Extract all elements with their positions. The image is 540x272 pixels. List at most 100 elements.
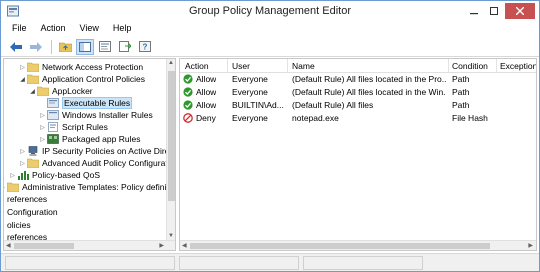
tree-collapsed-icon[interactable]: ▷ xyxy=(38,136,47,143)
tree-collapsed-icon[interactable]: ▷ xyxy=(18,160,27,167)
toolbar: ? xyxy=(1,37,539,57)
up-folder-icon xyxy=(58,42,72,52)
window-title: Group Policy Management Editor xyxy=(188,5,352,17)
minimize-button[interactable] xyxy=(465,3,483,19)
tree-item-label: Windows Installer Rules xyxy=(62,110,153,120)
tree-vertical-scroll-thumb[interactable] xyxy=(168,71,175,201)
rule-condition: Path xyxy=(452,100,470,110)
menu-bar: File Action View Help xyxy=(1,21,539,37)
tree-item-label: Application Control Policies xyxy=(42,74,145,84)
tree-item-label: Administrative Templates: Policy definit… xyxy=(22,182,167,192)
toolbar-separator xyxy=(51,39,52,54)
tree-item-script-rules[interactable]: ▷ Script Rules xyxy=(38,121,108,133)
menu-view[interactable]: View xyxy=(73,21,106,37)
scroll-right-arrow-icon[interactable]: ▶ xyxy=(528,242,533,249)
tree-expanded-icon[interactable]: ◢ xyxy=(18,76,27,83)
show-hide-console-tree-button[interactable] xyxy=(76,38,94,55)
tree-collapsed-icon[interactable]: ▷ xyxy=(38,124,47,131)
list-horizontal-scroll-thumb[interactable] xyxy=(190,243,490,249)
rule-name: (Default Rule) All files xyxy=(292,100,374,110)
tree-item-packaged-app-rules[interactable]: ▷ Packaged app Rules xyxy=(38,133,140,145)
tree-item-policies[interactable]: olicies xyxy=(7,219,31,231)
folder-icon xyxy=(27,74,39,84)
tree-item-advanced-audit-policy[interactable]: ▷ Advanced Audit Policy Configurati xyxy=(18,157,167,169)
column-divider[interactable] xyxy=(496,59,497,73)
column-header-user[interactable]: User xyxy=(232,61,250,71)
status-bar-segment xyxy=(179,256,299,270)
rule-name: (Default Rule) All files located in the … xyxy=(292,74,446,84)
folder-icon xyxy=(27,62,39,72)
column-header-exception[interactable]: Exception xyxy=(500,61,536,71)
menu-file[interactable]: File xyxy=(5,21,34,37)
tree-item-windows-installer-rules[interactable]: ▷ Windows Installer Rules xyxy=(38,109,153,121)
rule-user: BUILTIN\Ad... xyxy=(232,100,284,110)
forward-button[interactable] xyxy=(27,39,45,55)
rule-row[interactable]: Allow Everyone (Default Rule) All files … xyxy=(180,73,536,86)
tree-collapsed-icon[interactable]: ▷ xyxy=(18,64,27,71)
column-divider[interactable] xyxy=(287,59,288,73)
help-button[interactable]: ? xyxy=(136,39,154,55)
tree-horizontal-scrollbar[interactable]: ◀ ▶ xyxy=(4,240,175,250)
up-one-level-button[interactable] xyxy=(56,39,74,55)
back-button[interactable] xyxy=(7,39,25,55)
column-divider[interactable] xyxy=(448,59,449,73)
rule-action-label: Deny xyxy=(196,113,216,123)
tree-collapsed-icon[interactable]: ▷ xyxy=(18,148,27,155)
rule-user: Everyone xyxy=(232,74,268,84)
rule-condition: Path xyxy=(452,74,470,84)
tree-expanded-icon[interactable]: ◢ xyxy=(28,88,37,95)
menu-help[interactable]: Help xyxy=(106,21,139,37)
rule-condition: Path xyxy=(452,87,470,97)
help-icon: ? xyxy=(139,41,151,52)
rule-action: Deny xyxy=(183,113,216,123)
tree-item-application-control-policies[interactable]: ◢ Application Control Policies xyxy=(18,73,145,85)
scroll-right-arrow-icon[interactable]: ▶ xyxy=(159,242,164,249)
tree-item-administrative-templates[interactable]: ▷ Administrative Templates: Policy defin… xyxy=(4,181,167,193)
tree-item-applocker[interactable]: ◢ AppLocker xyxy=(28,85,93,97)
tree-item-policy-based-qos[interactable]: ▷ Policy-based QoS xyxy=(8,169,100,181)
tree-vertical-scrollbar[interactable]: ▲ ▼ xyxy=(166,59,175,240)
tree-horizontal-scroll-thumb[interactable] xyxy=(14,243,74,249)
tree-item-label: Advanced Audit Policy Configurati xyxy=(42,158,167,168)
console-tree-pane[interactable]: ▷ Network Access Protection ◢ Applicatio… xyxy=(3,58,176,251)
column-header-name[interactable]: Name xyxy=(292,61,315,71)
menu-action[interactable]: Action xyxy=(34,21,73,37)
tree-item-configuration[interactable]: Configuration xyxy=(7,206,58,218)
rule-row[interactable]: Allow BUILTIN\Ad... (Default Rule) All f… xyxy=(180,99,536,112)
status-bar-segment xyxy=(5,256,175,270)
tree-collapsed-icon[interactable]: ▷ xyxy=(8,172,17,179)
tree-item-references[interactable]: references xyxy=(7,193,47,205)
scroll-down-arrow-icon[interactable]: ▼ xyxy=(168,233,174,239)
tree-item-label: AppLocker xyxy=(52,86,93,96)
tree-item-references-2[interactable]: references xyxy=(7,231,47,240)
maximize-button[interactable] xyxy=(485,3,503,19)
rule-action: Allow xyxy=(183,100,216,110)
properties-button[interactable] xyxy=(96,39,114,55)
column-header-condition[interactable]: Condition xyxy=(452,61,488,71)
column-divider[interactable] xyxy=(227,59,228,73)
rule-name: notepad.exe xyxy=(292,113,339,123)
scroll-left-arrow-icon[interactable]: ◀ xyxy=(6,242,11,249)
tree-item-label: Network Access Protection xyxy=(42,62,144,72)
rule-row[interactable]: Allow Everyone (Default Rule) All files … xyxy=(180,86,536,99)
forward-arrow-icon xyxy=(30,41,42,52)
ip-security-icon xyxy=(28,146,38,156)
tree-item-label: olicies xyxy=(7,220,31,230)
title-bar[interactable]: Group Policy Management Editor xyxy=(1,1,539,21)
qos-chart-icon xyxy=(18,171,29,180)
column-header-action[interactable]: Action xyxy=(185,61,209,71)
tree-item-ip-security-policies[interactable]: ▷ IP Security Policies on Active Direct xyxy=(18,145,167,157)
scroll-left-arrow-icon[interactable]: ◀ xyxy=(182,242,187,249)
list-horizontal-scrollbar[interactable]: ◀ ▶ xyxy=(180,240,536,250)
rule-action-label: Allow xyxy=(196,100,217,110)
rule-action: Allow xyxy=(183,74,216,84)
tree-collapsed-icon[interactable]: ▷ xyxy=(38,112,47,119)
svg-text:?: ? xyxy=(143,43,148,52)
close-button[interactable] xyxy=(505,3,535,19)
export-list-button[interactable] xyxy=(116,39,134,55)
tree-item-network-access-protection[interactable]: ▷ Network Access Protection xyxy=(18,61,143,73)
rule-row[interactable]: Deny Everyone notepad.exe File Hash xyxy=(180,112,536,125)
tree-item-executable-rules[interactable]: Executable Rules xyxy=(38,97,133,109)
export-list-icon xyxy=(119,41,131,52)
scroll-up-arrow-icon[interactable]: ▲ xyxy=(168,60,174,66)
